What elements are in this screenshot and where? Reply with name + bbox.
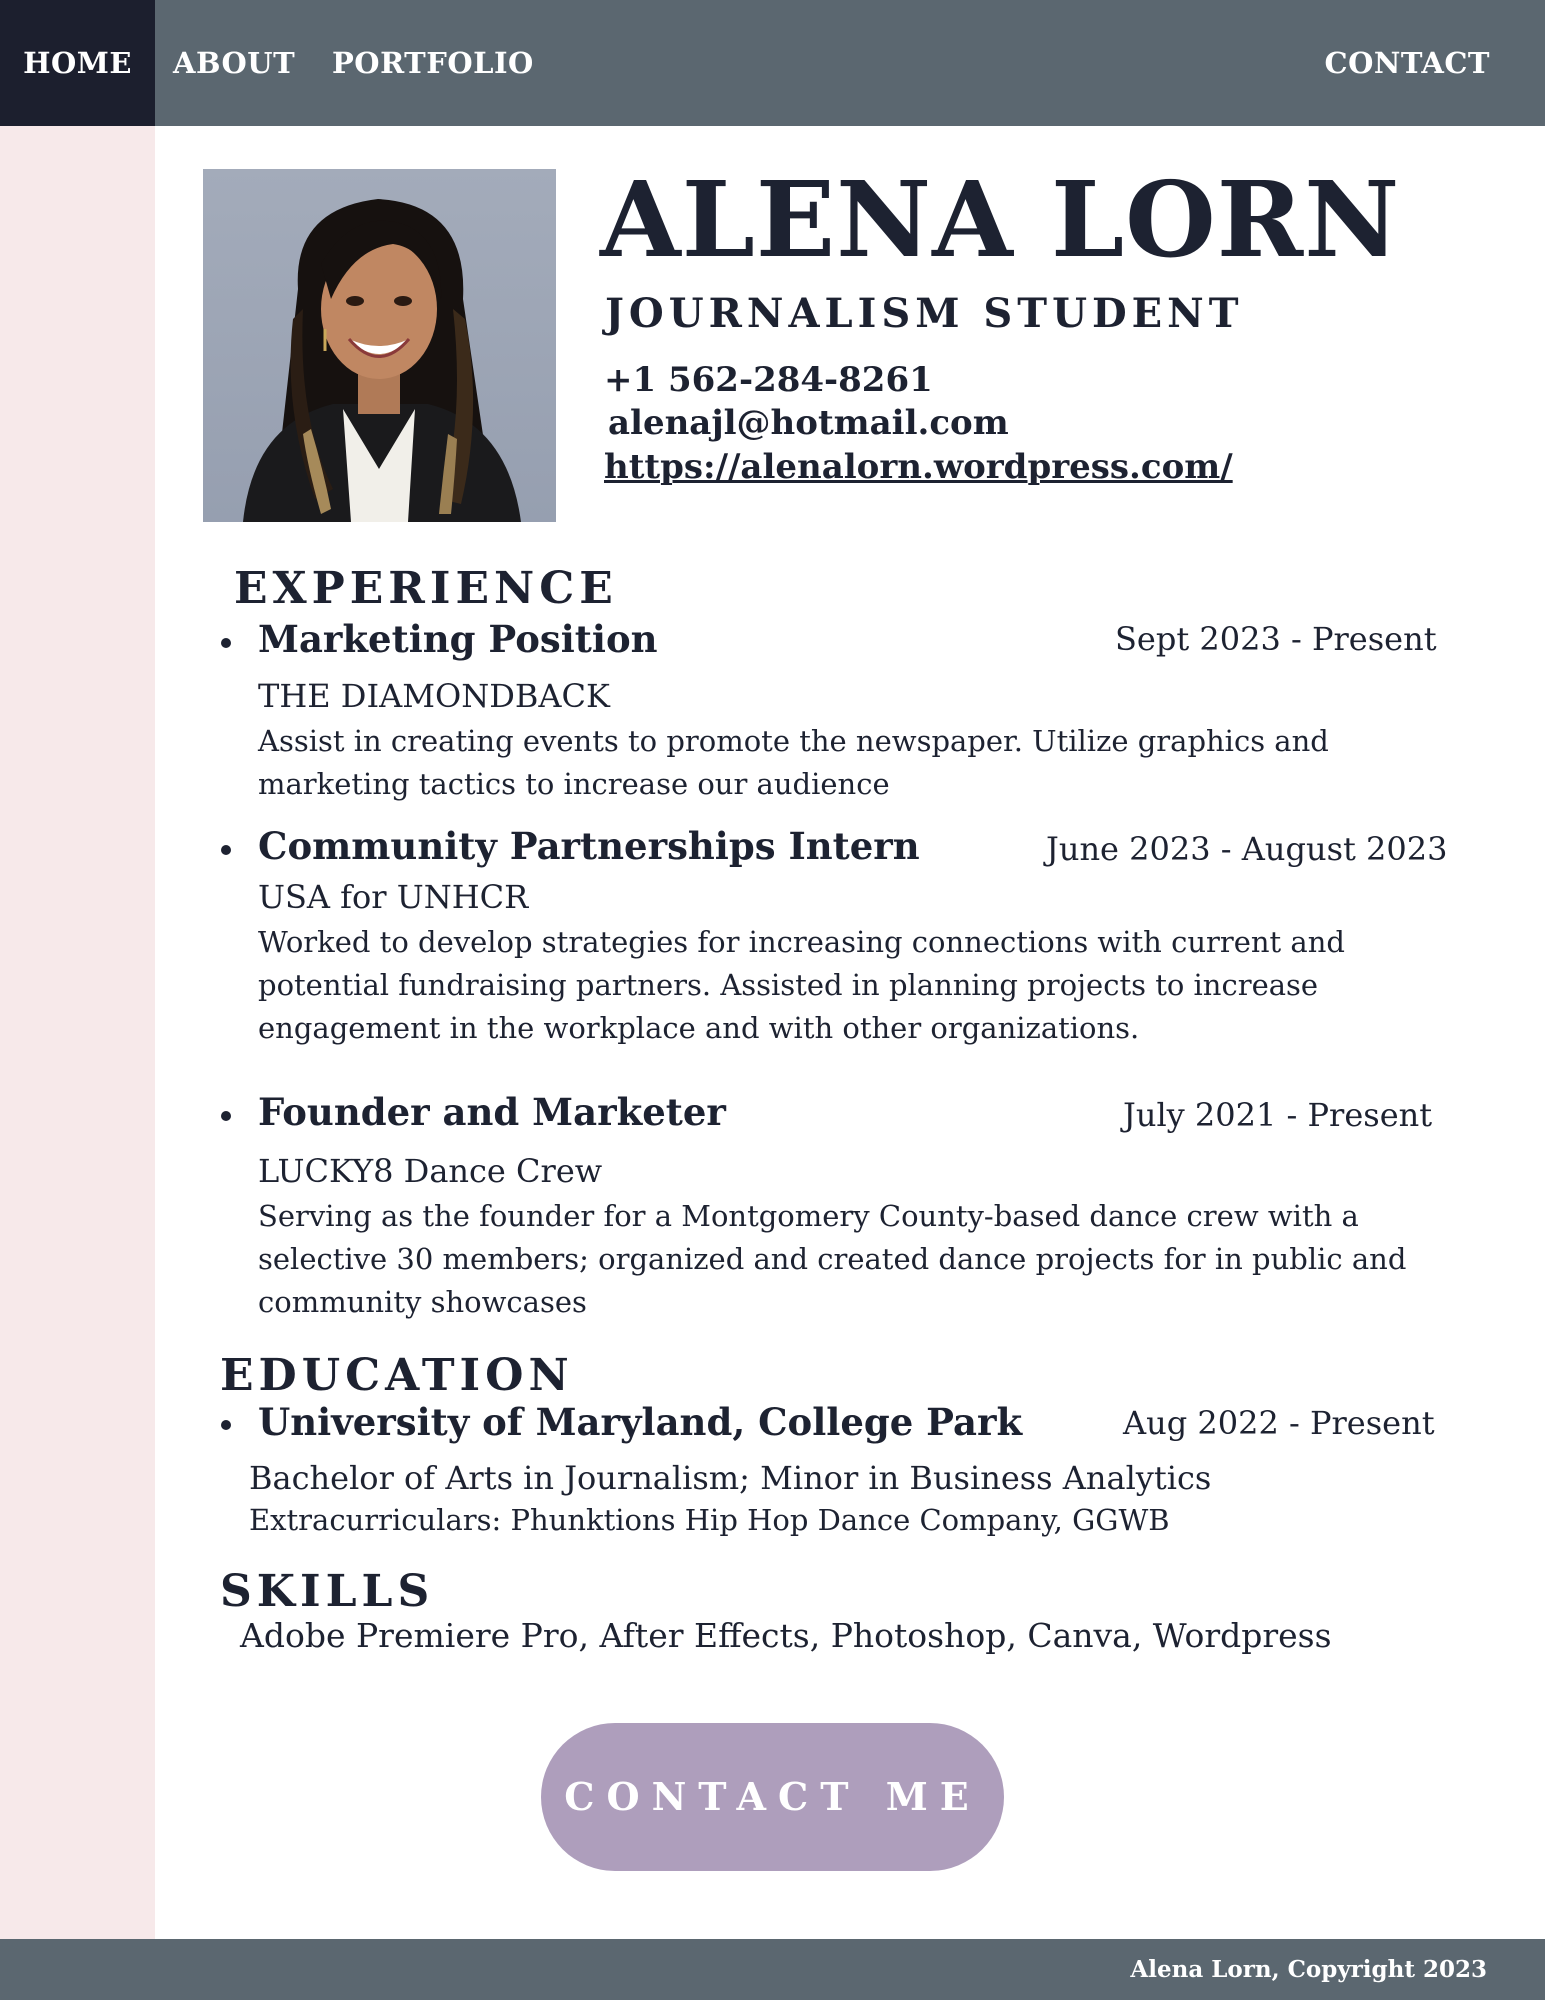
bullet-icon [221,1420,231,1430]
experience-heading: EXPERIENCE [234,563,618,614]
skills-heading: SKILLS [220,1566,435,1617]
job-role: Founder and Marketer [258,1090,726,1134]
job-description: Worked to develop strategies for increas… [258,925,1345,1045]
nav-portfolio-link[interactable]: PORTFOLIO [332,0,534,126]
job-organization: LUCKY8 Dance Crew [258,1152,603,1190]
school-name: University of Maryland, College Park [258,1400,1023,1444]
job-organization: USA for UNHCR [258,878,529,916]
footer: Alena Lorn, Copyright 2023 [0,1939,1545,2000]
profile-name: ALENA LORN [600,158,1401,281]
bullet-icon [221,1111,231,1121]
job-organization: THE DIAMONDBACK [258,677,610,715]
nav-contact-link[interactable]: CONTACT [1324,0,1490,126]
job-description: Serving as the founder for a Montgomery … [258,1199,1407,1319]
profile-photo [203,169,556,522]
profile-title: JOURNALISM STUDENT [605,290,1244,337]
degree-text: Bachelor of Arts in Journalism; Minor in… [249,1459,1212,1497]
portrait-illustration [243,199,521,522]
nav-home-link[interactable]: HOME [0,0,155,126]
job-role: Marketing Position [258,617,658,661]
bullet-icon [221,845,231,855]
email-address: alenajl@hotmail.com [608,403,1009,443]
skills-list: Adobe Premiere Pro, After Effects, Photo… [240,1616,1332,1655]
contact-me-button[interactable]: CONTACT ME [541,1723,1004,1871]
extracurriculars-text: Extracurriculars: Phunktions Hip Hop Dan… [249,1503,1170,1537]
top-navbar: HOME ABOUT PORTFOLIO CONTACT [0,0,1545,126]
copyright-text: Alena Lorn, Copyright 2023 [1130,1956,1487,1983]
job-role: Community Partnerships Intern [258,824,920,868]
job-dates: Sept 2023 - Present [1115,620,1437,658]
job-dates: July 2021 - Present [1123,1096,1433,1134]
phone-number: +1 562-284-8261 [604,360,933,400]
website-link[interactable]: https://alenalorn.wordpress.com/ [604,447,1233,487]
education-dates: Aug 2022 - Present [1123,1404,1435,1442]
education-heading: EDUCATION [220,1350,574,1401]
bullet-icon [221,638,231,648]
job-dates: June 2023 - August 2023 [1046,830,1448,868]
nav-about-link[interactable]: ABOUT [173,0,295,126]
job-description: Assist in creating events to promote the… [258,724,1329,801]
left-accent-bar [0,126,155,1939]
